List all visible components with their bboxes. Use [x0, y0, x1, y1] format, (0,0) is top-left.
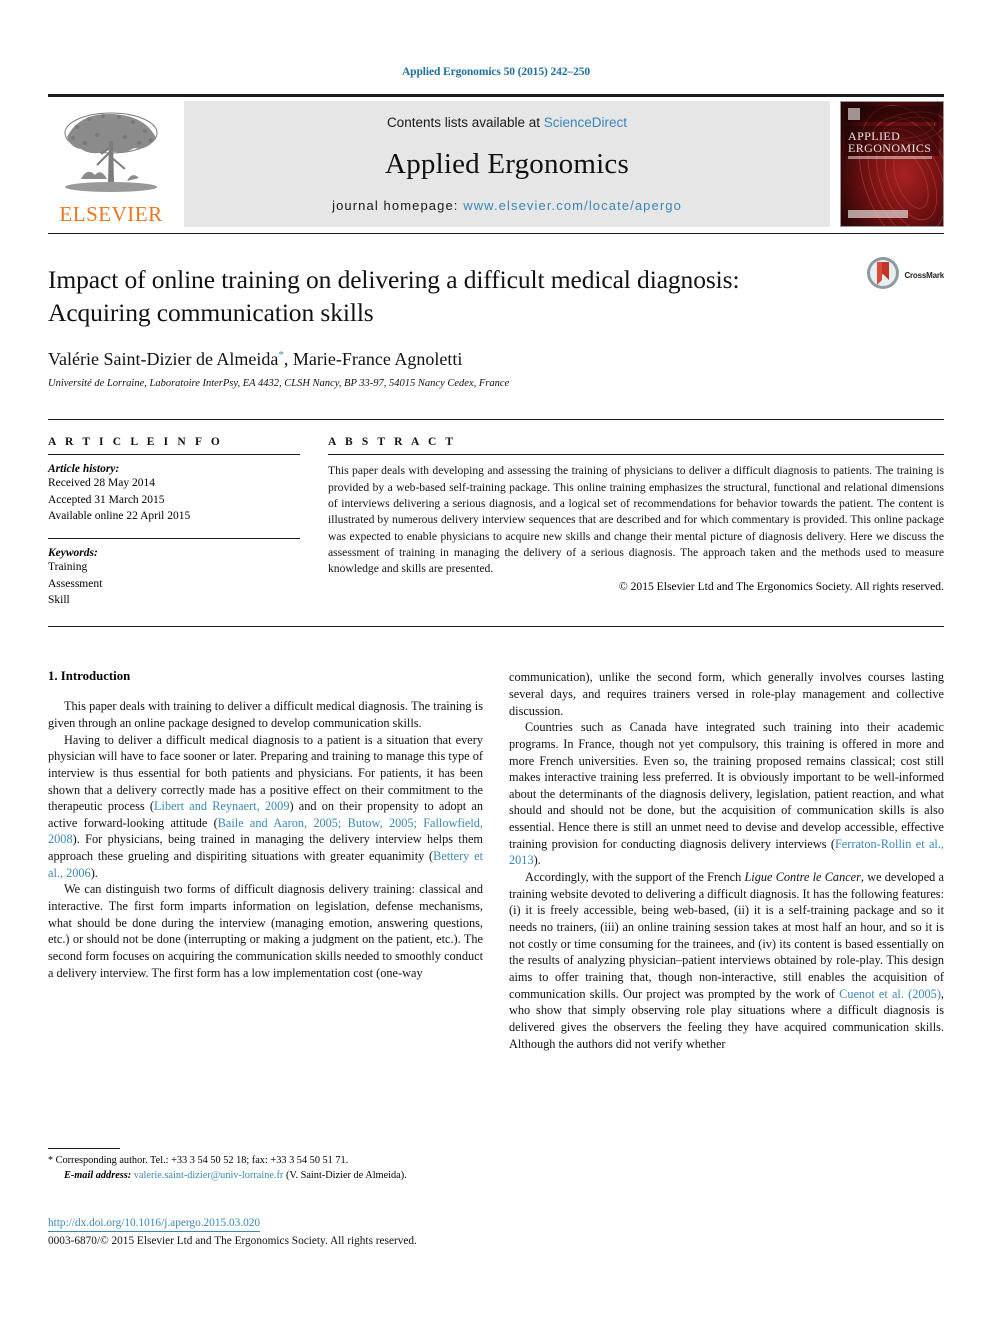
abstract-text: This paper deals with developing and ass… — [328, 464, 944, 576]
homepage-link[interactable]: www.elsevier.com/locate/apergo — [463, 198, 682, 213]
article-info-heading: A R T I C L E I N F O — [48, 436, 223, 449]
footnote-email-suffix: (V. Saint-Dizier de Almeida). — [285, 1169, 407, 1181]
footnote-corresponding: * Corresponding author. Tel.: +33 3 54 5… — [48, 1154, 483, 1169]
title-block: Impact of online training on delivering … — [48, 234, 944, 389]
elsevier-wordmark: ELSEVIER — [59, 202, 163, 226]
sciencedirect-link[interactable]: ScienceDirect — [544, 115, 627, 130]
journal-cover-thumbnail: APPLIED ERGONOMICS — [840, 101, 944, 227]
crossmark-badge[interactable]: CrossMark — [866, 256, 944, 295]
article-history-label: Article history: — [48, 463, 120, 476]
keywords-label: Keywords: — [48, 547, 98, 560]
body-columns: 1. Introduction This paper deals with tr… — [48, 669, 944, 1052]
body-paragraph: This paper deals with training to delive… — [48, 699, 483, 730]
elsevier-logo: ELSEVIER — [48, 101, 174, 227]
issn-copyright-line: 0003-6870/© 2015 Elsevier Ltd and The Er… — [48, 1234, 417, 1247]
body-column-left: 1. Introduction This paper deals with tr… — [48, 669, 483, 1052]
footnote-block: * Corresponding author. Tel.: +33 3 54 5… — [48, 1148, 483, 1184]
section-heading-introduction: 1. Introduction — [48, 669, 131, 684]
keywords-rule — [48, 538, 300, 540]
contents-line: Contents lists available at ScienceDirec… — [387, 115, 627, 130]
affiliation: Université de Lorraine, Laboratoire Inte… — [48, 378, 510, 390]
svg-text:ERGONOMICS: ERGONOMICS — [848, 141, 931, 155]
article-info-column: A R T I C L E I N F O Article history: R… — [48, 436, 300, 608]
page-title: Impact of online training on delivering … — [48, 265, 740, 327]
article-history-online: Available online 22 April 2015 — [48, 509, 191, 522]
keyword-item: Training — [48, 561, 88, 574]
footnote-email-link[interactable]: valerie.saint-dizier@univ-lorraine.fr — [134, 1170, 284, 1181]
keyword-item: Skill — [48, 593, 70, 606]
abstract-bottom-rule — [48, 626, 944, 628]
journal-header-band: Contents lists available at ScienceDirec… — [184, 101, 830, 227]
contents-prefix: Contents lists available at — [386, 115, 544, 130]
body-paragraph: Accordingly, with the support of the Fre… — [509, 870, 944, 1051]
homepage-prefix: journal homepage: — [332, 198, 464, 213]
abstract-column: A B S T R A C T This paper deals with de… — [328, 436, 944, 608]
paper-page: Applied Ergonomics 50 (2015) 242–250 ELS… — [0, 0, 992, 1323]
journal-title: Applied Ergonomics — [385, 147, 629, 180]
footer-block: http://dx.doi.org/10.1016/j.apergo.2015.… — [48, 1216, 548, 1247]
footnote-rule — [48, 1148, 120, 1149]
article-history-received: Received 28 May 2014 — [48, 477, 155, 490]
header-top-rule — [48, 94, 944, 97]
elsevier-tree-icon — [59, 107, 163, 203]
footnote-marker: * — [48, 1155, 53, 1166]
body-paragraph: We can distinguish two forms of difficul… — [48, 882, 483, 980]
crossmark-icon — [866, 256, 900, 295]
footnote-email: E-mail address: valerie.saint-dizier@uni… — [48, 1169, 483, 1184]
author-list: Valérie Saint-Dizier de Almeida*, Marie-… — [48, 349, 944, 370]
body-column-right: communication), unlike the second form, … — [509, 669, 944, 1052]
abstract-copyright: © 2015 Elsevier Ltd and The Ergonomics S… — [618, 579, 944, 593]
abstract-rule — [328, 454, 944, 456]
author-primary: Valérie Saint-Dizier de Almeida — [48, 349, 279, 370]
journal-header: ELSEVIER Contents lists available at Sci… — [48, 101, 944, 227]
author-secondary: , Marie-France Agnoletti — [283, 349, 463, 370]
body-paragraph: Having to deliver a difficult medical di… — [48, 732, 484, 880]
crossmark-label: CrossMark — [904, 271, 944, 280]
footnote-corresponding-text: Corresponding author. Tel.: +33 3 54 50 … — [55, 1155, 349, 1166]
keyword-item: Assessment — [48, 577, 103, 590]
abstract-heading: A B S T R A C T — [328, 436, 457, 449]
doi-link[interactable]: http://dx.doi.org/10.1016/j.apergo.2015.… — [48, 1216, 261, 1232]
article-history-accepted: Accepted 31 March 2015 — [48, 493, 165, 506]
info-abstract-row: A R T I C L E I N F O Article history: R… — [48, 420, 944, 608]
keywords-block: Keywords: Training Assessment Skill — [48, 538, 300, 608]
body-paragraph: communication), unlike the second form, … — [509, 670, 944, 718]
article-info-rule — [48, 454, 300, 456]
running-head: Applied Ergonomics 50 (2015) 242–250 — [401, 66, 591, 78]
homepage-line: journal homepage: www.elsevier.com/locat… — [332, 198, 682, 213]
footnote-email-label: E-mail address: — [64, 1169, 132, 1181]
body-paragraph: Countries such as Canada have integrated… — [509, 720, 944, 868]
